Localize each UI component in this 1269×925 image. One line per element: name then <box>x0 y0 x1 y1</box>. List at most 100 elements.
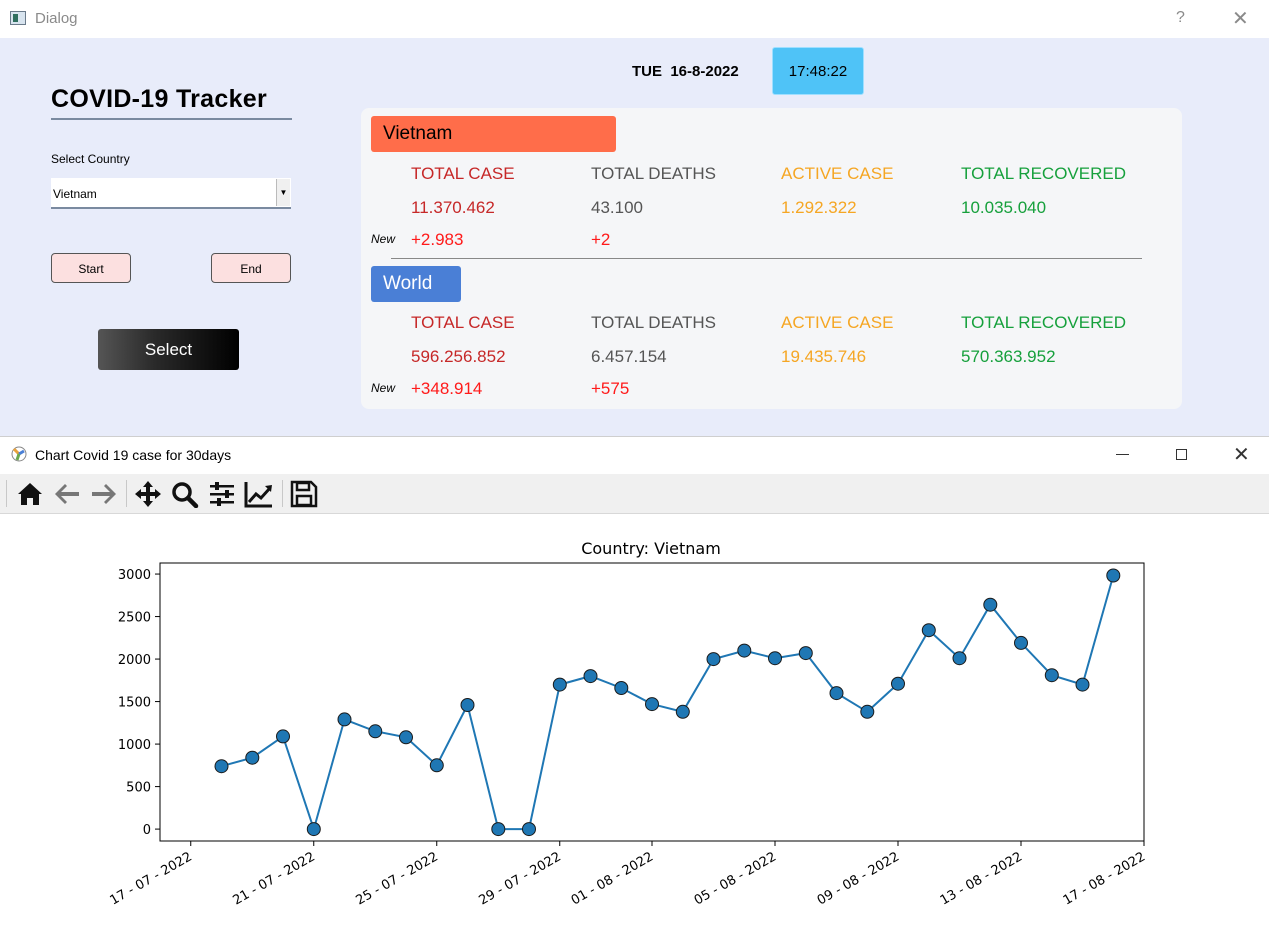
minimize-button[interactable] <box>1116 454 1129 455</box>
world-new-label: New <box>371 381 396 395</box>
help-button[interactable]: ? <box>1176 9 1185 27</box>
data-point <box>399 730 413 745</box>
vn-total-recovered-header: TOTAL RECOVERED <box>961 164 1126 183</box>
data-point <box>1075 677 1090 692</box>
world-total-deaths-value: 6.457.154 <box>591 347 667 366</box>
x-tick-label: 09 - 08 - 2022 <box>815 849 902 908</box>
data-point <box>768 651 782 666</box>
vn-total-deaths-value: 43.100 <box>591 198 643 217</box>
dialog-titlebar: Dialog ? ✕ <box>0 0 1269 38</box>
data-point <box>1106 568 1121 583</box>
app-title: COVID-19 Tracker <box>51 85 268 113</box>
data-point <box>952 651 967 666</box>
y-tick-label: 0 <box>143 823 151 838</box>
world-new-deaths-value: +575 <box>591 379 630 398</box>
data-point <box>921 623 936 638</box>
world-tag: World <box>371 266 461 302</box>
section-divider <box>391 258 1142 259</box>
chart-title: Country: Vietnam <box>581 539 721 558</box>
subplots-icon[interactable] <box>207 480 237 508</box>
end-button[interactable]: End <box>211 253 291 283</box>
x-tick-label: 05 - 08 - 2022 <box>692 849 779 908</box>
data-point <box>860 704 875 719</box>
edit-axis-icon[interactable] <box>244 480 274 508</box>
data-point <box>614 681 629 695</box>
line-chart[interactable]: Country: Vietnam 0 500 1000 1500 2000 2500 300… <box>0 514 1269 924</box>
clock-display: 17:48:22 <box>772 47 864 95</box>
data-point <box>983 597 998 612</box>
world-total-recovered-value: 570.363.952 <box>961 347 1056 366</box>
data-point <box>429 758 444 773</box>
x-tick-label: 17 - 08 - 2022 <box>1061 849 1148 908</box>
dropdown-arrow-icon[interactable]: ▼ <box>276 179 290 206</box>
pan-icon[interactable] <box>133 480 163 508</box>
data-point <box>1014 635 1028 650</box>
matplotlib-icon <box>11 446 27 462</box>
data-point <box>829 686 844 701</box>
country-dropdown[interactable]: Vietnam ▼ <box>51 178 291 209</box>
vn-new-label: New <box>371 232 396 246</box>
toolbar-separator <box>282 480 283 507</box>
y-tick-label: 3000 <box>118 568 151 583</box>
vn-active-case-value: 1.292.322 <box>781 198 857 217</box>
x-tick-label: 21 - 07 - 2022 <box>230 849 317 908</box>
data-point <box>337 712 352 727</box>
y-tick-label: 1000 <box>118 738 151 753</box>
x-tick-label: 17 - 07 - 2022 <box>107 849 194 908</box>
vn-total-case-value: 11.370.462 <box>411 198 495 217</box>
select-country-label: Select Country <box>51 152 130 166</box>
x-tick-label: 13 - 08 - 2022 <box>938 849 1025 908</box>
x-tick-label: 01 - 08 - 2022 <box>569 849 656 908</box>
data-point <box>552 677 567 692</box>
date-label: TUE 16-8-2022 <box>632 63 739 80</box>
app-icon <box>10 11 26 25</box>
data-point <box>798 646 813 661</box>
world-total-deaths-header: TOTAL DEATHS <box>591 313 717 332</box>
world-active-case-header: ACTIVE CASE <box>781 313 894 332</box>
zoom-icon[interactable] <box>170 480 200 508</box>
save-icon[interactable] <box>289 480 319 508</box>
select-button[interactable]: Select <box>98 329 239 370</box>
chart-titlebar: Chart Covid 19 case for 30days ✕ <box>0 437 1269 473</box>
toolbar-separator <box>6 480 7 507</box>
data-point <box>276 729 290 744</box>
back-icon[interactable] <box>52 480 82 508</box>
y-tick-label: 2500 <box>118 611 151 626</box>
toolbar-separator <box>126 480 127 507</box>
world-total-recovered-header: TOTAL RECOVERED <box>961 313 1126 332</box>
y-tick-label: 500 <box>126 781 151 796</box>
forward-icon[interactable] <box>89 480 119 508</box>
world-new-case-value: +348.914 <box>411 379 483 398</box>
data-point <box>491 822 506 837</box>
data-point <box>891 676 905 691</box>
vn-total-deaths-header: TOTAL DEATHS <box>591 164 717 183</box>
vn-active-case-header: ACTIVE CASE <box>781 164 894 183</box>
dialog-window: Dialog ? ✕ COVID-19 Tracker Select Count… <box>0 0 1269 436</box>
country-dropdown-value: Vietnam <box>53 187 97 201</box>
x-axis: 17 - 07 - 2022 21 - 07 - 2022 25 - 07 - 20… <box>107 841 1148 909</box>
start-button[interactable]: Start <box>51 253 131 283</box>
data-point <box>460 698 475 712</box>
chart-window-title: Chart Covid 19 case for 30days <box>35 447 232 463</box>
data-point <box>214 759 229 774</box>
data-point <box>1044 668 1059 683</box>
title-underline <box>51 118 292 120</box>
dialog-close-button[interactable]: ✕ <box>1232 6 1249 31</box>
chart-close-button[interactable]: ✕ <box>1233 442 1250 467</box>
world-total-case-header: TOTAL CASE <box>411 313 515 332</box>
data-point <box>706 652 721 667</box>
data-point <box>368 724 383 739</box>
vn-new-deaths-value: +2 <box>591 230 611 249</box>
vn-total-case-header: TOTAL CASE <box>411 164 515 183</box>
x-tick-label: 29 - 07 - 2022 <box>476 849 563 908</box>
data-point <box>522 822 536 837</box>
vietnam-tag: Vietnam <box>371 116 616 152</box>
data-point <box>583 669 598 684</box>
data-point <box>645 697 659 712</box>
data-point <box>245 750 260 765</box>
vn-new-case-value: +2.983 <box>411 230 464 249</box>
dialog-title: Dialog <box>35 10 78 27</box>
home-icon[interactable] <box>15 480 45 508</box>
world-active-case-value: 19.435.746 <box>781 347 867 366</box>
maximize-button[interactable] <box>1176 449 1187 460</box>
